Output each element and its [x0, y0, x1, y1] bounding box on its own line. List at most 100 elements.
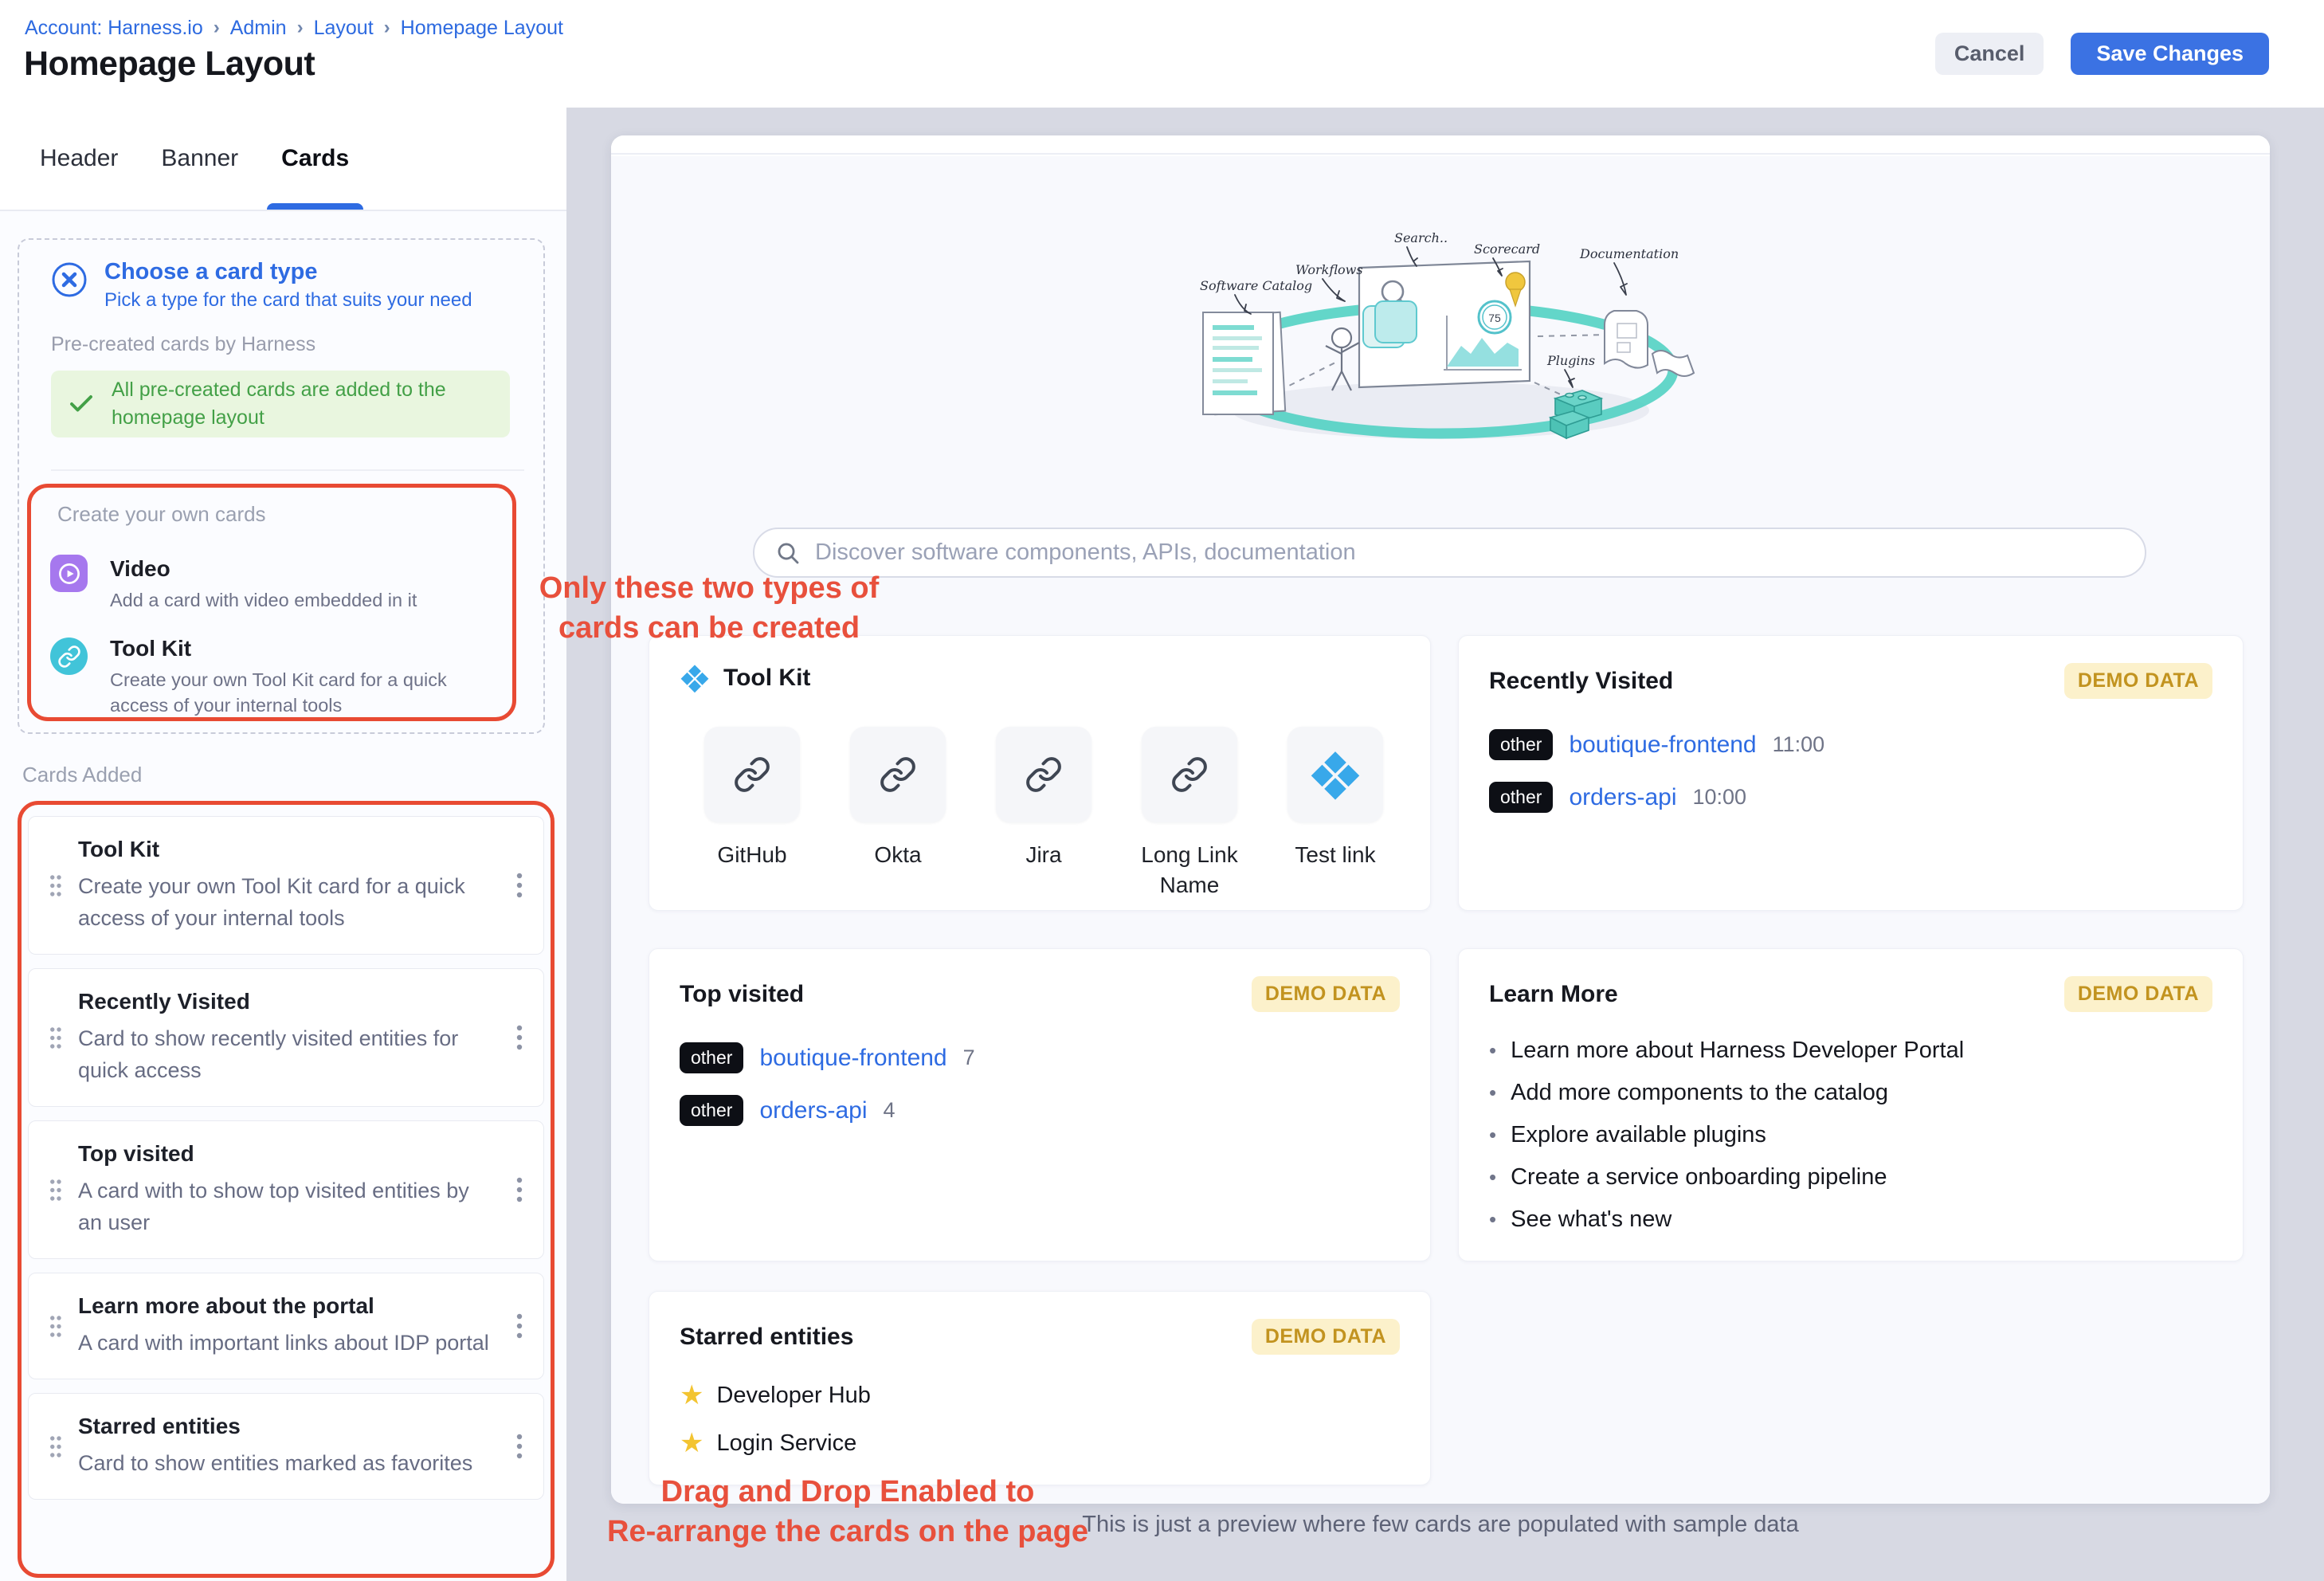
cancel-button[interactable]: Cancel	[1935, 33, 2044, 75]
learn-more-link-text: Learn more about Harness Developer Porta…	[1511, 1038, 1964, 1064]
breadcrumb-separator-icon: ›	[384, 17, 390, 39]
tool-item-test-link[interactable]: Test link	[1276, 727, 1395, 900]
added-card-toolkit[interactable]: Tool Kit Create your own Tool Kit card f…	[28, 816, 544, 955]
star-icon: ★	[680, 1430, 703, 1457]
learn-more-link-text: Explore available plugins	[1511, 1122, 1766, 1148]
added-card-top-visited[interactable]: Top visited A card with to show top visi…	[28, 1120, 544, 1259]
added-card-recently-visited[interactable]: Recently Visited Card to show recently v…	[28, 968, 544, 1107]
recently-visited-title: Recently Visited	[1489, 668, 1673, 695]
tool-tile[interactable]	[996, 727, 1091, 822]
added-card-starred-entities[interactable]: Starred entities Card to show entities m…	[28, 1393, 544, 1500]
breadcrumb-admin-link[interactable]: Admin	[230, 17, 287, 40]
annotation-create-note-line2: cards can be created	[510, 608, 908, 648]
drag-handle-icon[interactable]	[47, 1025, 64, 1051]
starred-entity-row[interactable]: ★ Developer Hub	[680, 1382, 1400, 1409]
added-card-title: Tool Kit	[78, 837, 499, 862]
tool-tile[interactable]	[1142, 727, 1237, 822]
breadcrumb-current-page[interactable]: Homepage Layout	[401, 17, 563, 40]
save-changes-button[interactable]: Save Changes	[2071, 33, 2269, 75]
tool-item-long-link[interactable]: Long Link Name	[1130, 727, 1249, 900]
learn-more-link[interactable]: • Create a service onboarding pipeline	[1489, 1164, 2212, 1191]
search-input[interactable]	[815, 539, 2124, 566]
starred-entities-title: Starred entities	[680, 1324, 853, 1351]
tool-label: Okta	[874, 840, 921, 870]
kebab-menu-icon[interactable]	[516, 871, 523, 900]
bullet-icon: •	[1489, 1123, 1496, 1148]
top-visited-title: Top visited	[680, 981, 804, 1008]
tool-tile[interactable]	[1287, 727, 1383, 822]
sidebar-body: Choose a card type Pick a type for the c…	[0, 213, 566, 1581]
tool-item-jira[interactable]: Jira	[984, 727, 1103, 900]
entity-link[interactable]: boutique-frontend	[759, 1045, 946, 1072]
tool-tile[interactable]	[850, 727, 946, 822]
tool-item-github[interactable]: GitHub	[692, 727, 812, 900]
added-card-title: Starred entities	[78, 1414, 499, 1439]
kebab-menu-icon[interactable]	[516, 1175, 523, 1204]
learn-more-link[interactable]: • Add more components to the catalog	[1489, 1080, 2212, 1106]
option-toolkit[interactable]: Tool Kit	[110, 636, 191, 661]
svg-text:Documentation: Documentation	[1579, 246, 1679, 261]
entity-time: 11:00	[1773, 732, 1825, 757]
sidebar: Header Banner Cards Choose a card type P…	[0, 108, 566, 1581]
link-icon	[733, 755, 771, 794]
starred-entity-row[interactable]: ★ Login Service	[680, 1430, 1400, 1457]
top-header: Account: Harness.io › Admin › Layout › H…	[0, 0, 2324, 108]
entity-kind-tag: other	[1489, 729, 1553, 760]
preview-learn-more-card: Learn More DEMO DATA • Learn more about …	[1458, 948, 2244, 1261]
entity-count: 4	[884, 1098, 896, 1123]
tab-banner[interactable]: Banner	[159, 108, 240, 210]
tool-tile[interactable]	[704, 727, 800, 822]
kebab-menu-icon[interactable]	[516, 1432, 523, 1461]
option-video[interactable]: Video	[110, 556, 170, 582]
annotation-dnd-note-line1: Drag and Drop Enabled to	[580, 1472, 1115, 1512]
link-icon	[50, 638, 88, 675]
chooser-title: Choose a card type	[104, 259, 318, 285]
tool-label: Test link	[1295, 840, 1375, 870]
tab-header[interactable]: Header	[38, 108, 120, 210]
tool-item-okta[interactable]: Okta	[838, 727, 958, 900]
search-icon	[775, 540, 801, 566]
create-own-cards-label: Create your own cards	[57, 502, 266, 527]
annotation-create-own-box: Create your own cards Video Add a card w…	[27, 484, 516, 721]
breadcrumb: Account: Harness.io › Admin › Layout › H…	[25, 17, 563, 40]
drag-handle-icon[interactable]	[47, 1313, 64, 1340]
harness-diamond-icon	[680, 663, 710, 693]
precreated-success-alert: All pre-created cards are added to the h…	[51, 371, 510, 437]
toolkit-card-title: Tool Kit	[723, 665, 810, 692]
kebab-menu-icon[interactable]	[516, 1023, 523, 1052]
added-card-title: Recently Visited	[78, 989, 499, 1014]
breadcrumb-separator-icon: ›	[214, 17, 220, 39]
preview-top-strip	[611, 135, 2270, 155]
breadcrumb-account-link[interactable]: Account: Harness.io	[25, 17, 203, 40]
tab-cards[interactable]: Cards	[280, 108, 351, 210]
added-card-learn-more[interactable]: Learn more about the portal A card with …	[28, 1273, 544, 1379]
homepage-preview-area: 75	[566, 108, 2324, 1581]
tabs-row: Header Banner Cards	[0, 108, 566, 211]
added-card-description: A card with important links about IDP po…	[78, 1327, 499, 1359]
link-icon	[1170, 755, 1209, 794]
added-card-description: Card to show entities marked as favorite…	[78, 1447, 499, 1479]
star-icon: ★	[680, 1382, 703, 1409]
preview-recently-visited-card: Recently Visited DEMO DATA other boutiqu…	[1458, 635, 2244, 911]
learn-more-link[interactable]: • Learn more about Harness Developer Por…	[1489, 1038, 2212, 1064]
added-card-title: Top visited	[78, 1141, 499, 1167]
entity-link[interactable]: orders-api	[759, 1097, 867, 1124]
entity-link[interactable]: orders-api	[1569, 784, 1676, 811]
drag-handle-icon[interactable]	[47, 873, 64, 899]
preview-body: 75	[611, 156, 2270, 1504]
chooser-subtitle: Pick a type for the card that suits your…	[104, 289, 472, 312]
close-circle-icon[interactable]	[51, 261, 88, 298]
svg-text:75: 75	[1488, 312, 1501, 324]
card-type-chooser: Choose a card type Pick a type for the c…	[18, 238, 545, 734]
learn-more-link[interactable]: • Explore available plugins	[1489, 1122, 2212, 1148]
cards-added-label: Cards Added	[22, 763, 142, 787]
kebab-menu-icon[interactable]	[516, 1312, 523, 1340]
page-title: Homepage Layout	[24, 45, 315, 84]
drag-handle-icon[interactable]	[47, 1434, 64, 1460]
drag-handle-icon[interactable]	[47, 1177, 64, 1203]
learn-more-link[interactable]: • See what's new	[1489, 1206, 2212, 1233]
entity-row: other orders-api 10:00	[1489, 782, 2212, 813]
entity-link[interactable]: boutique-frontend	[1569, 732, 1756, 759]
bullet-icon: •	[1489, 1207, 1496, 1232]
breadcrumb-layout-link[interactable]: Layout	[314, 17, 374, 40]
